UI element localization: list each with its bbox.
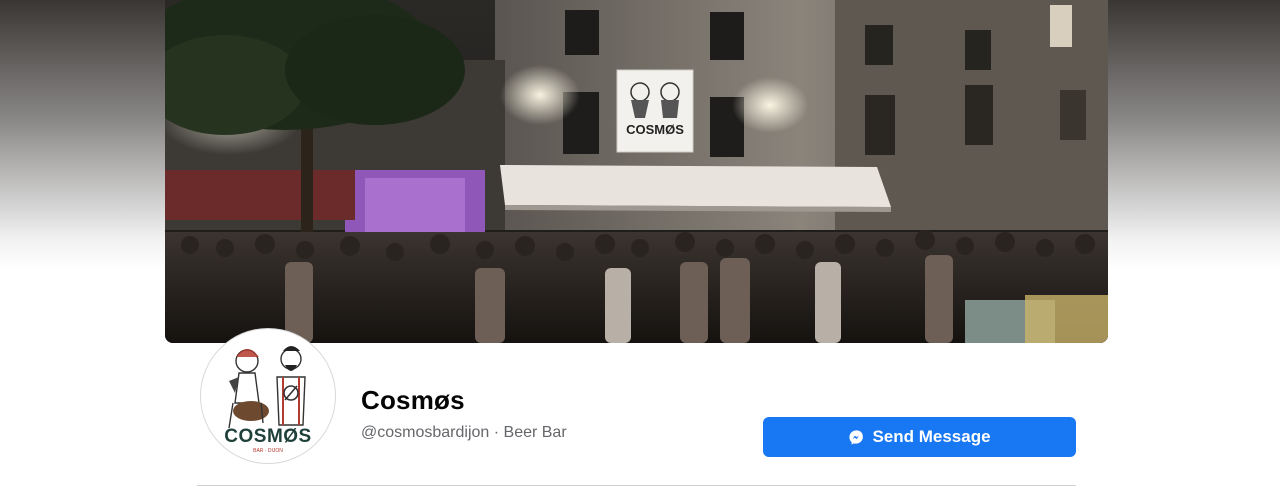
page-title[interactable]: Cosmøs	[361, 385, 465, 416]
subtitle-separator: ·	[489, 424, 504, 441]
profile-logo-text: COSMØS	[224, 426, 311, 447]
page-category[interactable]: Beer Bar	[504, 424, 567, 441]
cover-photo-scene: COSMØS	[165, 0, 1108, 343]
page-handle[interactable]: @cosmosbardijon	[361, 424, 489, 441]
header-divider	[197, 485, 1076, 486]
profile-logo-subtext: BAR · DIJON	[253, 448, 283, 454]
cover-sign-text: COSMØS	[626, 122, 684, 137]
page-subtitle: @cosmosbardijon · Beer Bar	[361, 424, 567, 442]
profile-picture[interactable]: COSMØS BAR · DIJON	[201, 329, 335, 463]
cover-photo[interactable]: COSMØS	[165, 0, 1108, 343]
send-message-label: Send Message	[872, 427, 991, 446]
send-message-button[interactable]: Send Message	[763, 417, 1076, 457]
profile-logo: COSMØS BAR · DIJON	[205, 333, 331, 459]
messenger-icon	[848, 429, 865, 446]
cosmos-logo-icon: COSMØS BAR · DIJON	[205, 333, 331, 459]
